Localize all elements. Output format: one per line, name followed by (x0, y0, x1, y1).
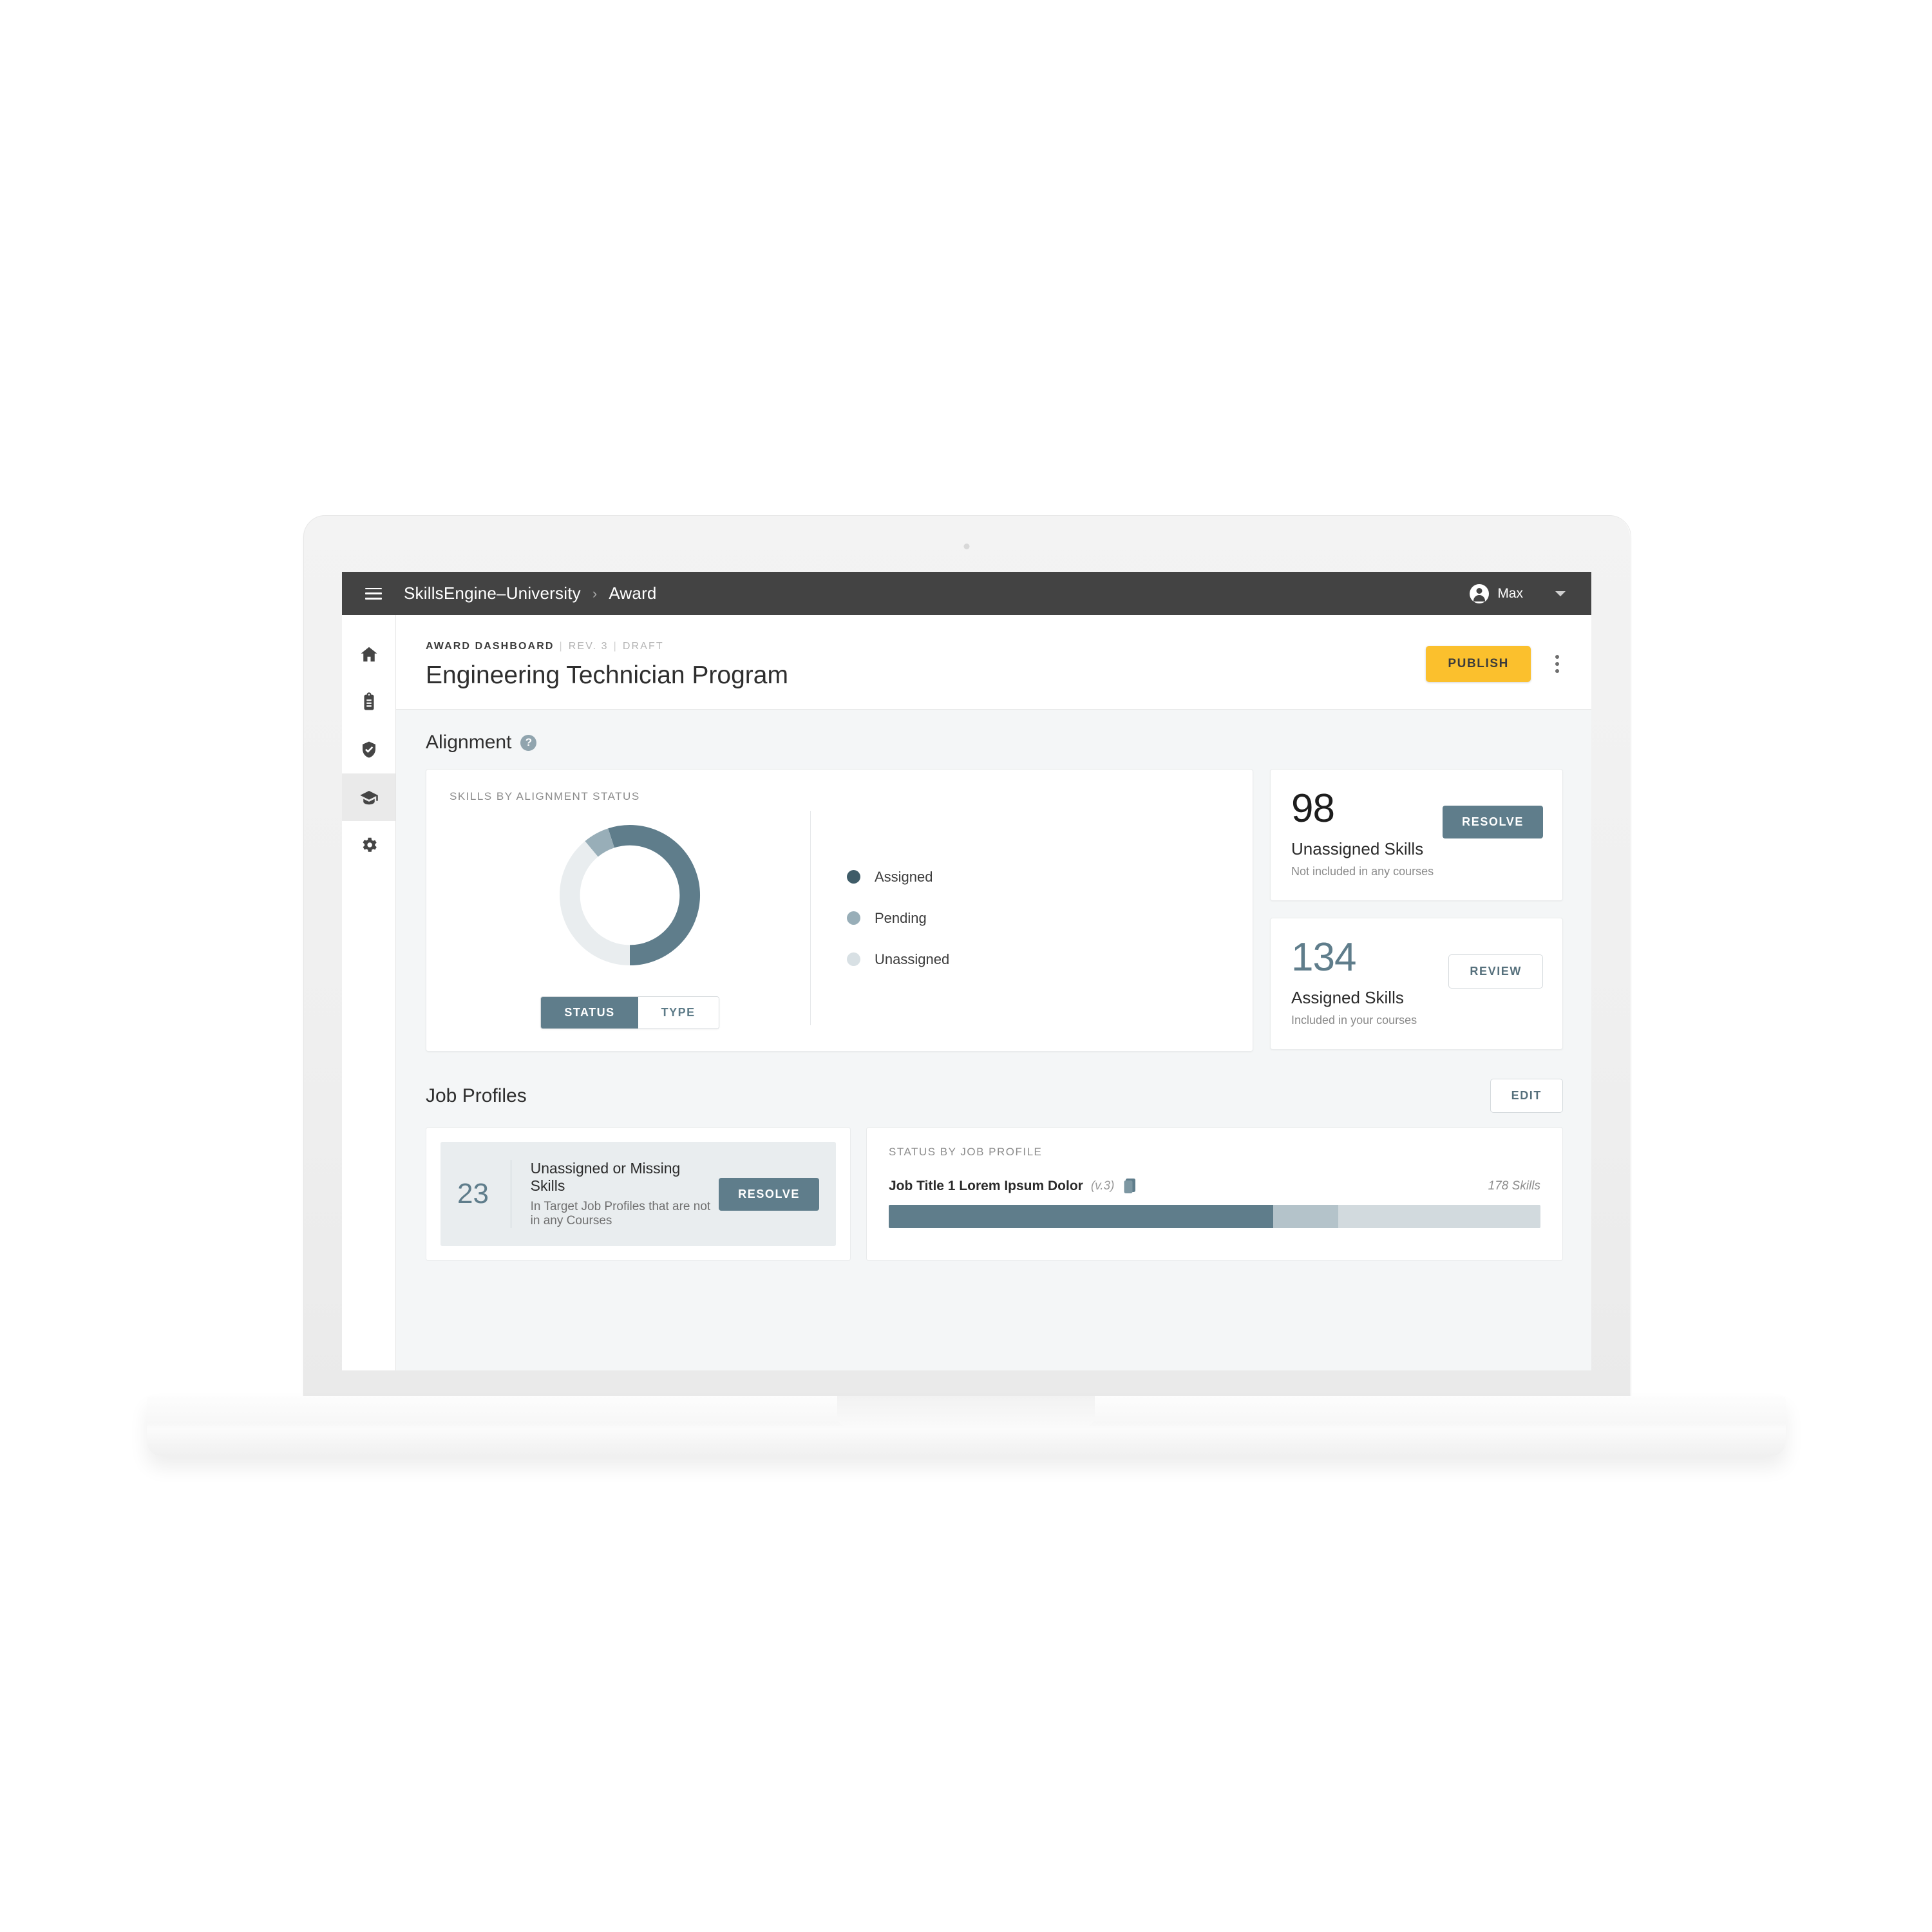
page-header: AWARD DASHBOARD | REV. 3 | DRAFT Engineering… (396, 615, 1591, 710)
publish-button[interactable]: PUBLISH (1426, 646, 1531, 682)
resolve-missing-skills-button[interactable]: RESOLVE (719, 1177, 819, 1211)
assigned-skills-card: 134 Assigned Skills Included in your cou… (1270, 918, 1563, 1050)
graduation-cap-icon (359, 791, 378, 805)
edit-job-profiles-button[interactable]: EDIT (1490, 1079, 1563, 1113)
job-profile-row-header: Job Title 1 Lorem Ipsum Dolor (v.3) 178 … (889, 1178, 1540, 1195)
webcam-dot (963, 544, 970, 549)
gear-icon (363, 837, 377, 852)
legend-item-unassigned[interactable]: Unassigned (847, 951, 949, 968)
main-content: AWARD DASHBOARD | REV. 3 | DRAFT Engineering… (396, 615, 1591, 1370)
status-bar-segment-unassigned[interactable] (1338, 1205, 1540, 1228)
alignment-title: Alignment (426, 732, 512, 753)
copy-icon[interactable] (1123, 1178, 1137, 1195)
eyebrow-pipe-2: | (613, 641, 618, 652)
legend-swatch-icon (847, 952, 860, 966)
chevron-down-icon[interactable] (1555, 591, 1566, 596)
sidebar-item-verified[interactable] (342, 726, 395, 773)
alignment-section-header: Alignment ? (426, 732, 1563, 753)
dashboard-main: Alignment ? SKILLS BY ALIGNMENT STATUS S… (396, 710, 1591, 1370)
job-profile-name[interactable]: Job Title 1 Lorem Ipsum Dolor (889, 1179, 1083, 1194)
sidebar-item-home[interactable] (342, 630, 395, 678)
donut-row: STATUS TYPE Assigned Pending Unassigned (450, 807, 1229, 1029)
legend-swatch-icon (847, 870, 860, 884)
browser-screen: SkillsEngine–University › Award Max AWAR… (342, 572, 1591, 1370)
job-profiles-summary-inner: 23 Unassigned or Missing Skills In Targe… (440, 1142, 836, 1246)
job-profiles-section-header: Job Profiles EDIT (426, 1079, 1563, 1113)
assigned-skills-subtitle: Included in your courses (1291, 1014, 1417, 1027)
breadcrumb: SkillsEngine–University › Award (404, 583, 657, 603)
unassigned-skills-action: RESOLVE (1443, 806, 1543, 838)
legend-label: Pending (875, 909, 927, 926)
breadcrumb-root[interactable]: SkillsEngine–University (404, 583, 581, 603)
missing-skills-title: Unassigned or Missing Skills (530, 1160, 681, 1194)
legend-swatch-icon (847, 911, 860, 925)
help-circle-icon[interactable]: ? (520, 734, 537, 751)
topbar-user-area[interactable]: Max (1470, 583, 1591, 603)
sidebar-item-settings[interactable] (342, 821, 395, 869)
hamburger-icon[interactable] (365, 587, 382, 600)
app-topbar: SkillsEngine–University › Award Max (342, 572, 1591, 615)
home-icon (361, 647, 377, 662)
breadcrumb-current[interactable]: Award (609, 583, 656, 603)
alignment-grid: SKILLS BY ALIGNMENT STATUS STATUS TYPE A… (426, 769, 1563, 1052)
eyebrow-pipe-1: | (559, 641, 564, 652)
eyebrow-rev: REV. 3 (568, 641, 609, 652)
job-profiles-title: Job Profiles (426, 1084, 527, 1106)
status-bar-segment-assigned[interactable] (889, 1205, 1274, 1228)
toggle-status[interactable]: STATUS (541, 997, 638, 1028)
page-eyebrow: AWARD DASHBOARD | REV. 3 | DRAFT (426, 641, 788, 652)
eyebrow-status: DRAFT (622, 641, 664, 652)
legend-label: Assigned (875, 868, 933, 885)
status-bar-segment-pending[interactable] (1273, 1205, 1339, 1228)
eyebrow-main: AWARD DASHBOARD (426, 641, 554, 652)
page-header-texts: AWARD DASHBOARD | REV. 3 | DRAFT Engineering… (426, 641, 788, 690)
account-circle-icon (1470, 583, 1490, 603)
unassigned-skills-subtitle: Not included in any courses (1291, 865, 1434, 878)
alignment-stat-cards: 98 Unassigned Skills Not included in any… (1270, 769, 1563, 1050)
screenshot-stage: SkillsEngine–University › Award Max AWAR… (0, 0, 1932, 1932)
status-by-job-profile-label: STATUS BY JOB PROFILE (889, 1146, 1043, 1158)
legend-item-assigned[interactable]: Assigned (847, 869, 949, 886)
missing-skills-subtitle: In Target Job Profiles that are not in a… (530, 1200, 711, 1227)
job-profiles-summary-card: 23 Unassigned or Missing Skills In Targe… (426, 1127, 851, 1261)
page-title: Engineering Technician Program (426, 661, 788, 689)
page-header-actions: PUBLISH (1426, 641, 1563, 682)
chart-mode-toggle: STATUS TYPE (540, 996, 719, 1029)
user-name: Max (1497, 585, 1523, 601)
skills-by-alignment-status-card: SKILLS BY ALIGNMENT STATUS STATUS TYPE A… (426, 769, 1253, 1052)
job-profile-skill-count: 178 Skills (1488, 1179, 1540, 1193)
laptop-lid-notch (837, 1396, 1095, 1427)
donut-chart (559, 824, 701, 966)
shield-check-icon (362, 741, 375, 758)
kebab-menu-icon[interactable] (1551, 651, 1563, 677)
resolve-unassigned-button[interactable]: RESOLVE (1443, 806, 1543, 838)
job-profiles-grid: 23 Unassigned or Missing Skills In Targe… (426, 1127, 1563, 1261)
job-profile-version: (v.3) (1090, 1179, 1115, 1193)
breadcrumb-separator-icon: › (592, 585, 598, 601)
donut-legend: Assigned Pending Unassigned (811, 869, 949, 968)
assigned-skills-title: Assigned Skills (1291, 988, 1404, 1007)
unassigned-skills-title: Unassigned Skills (1291, 839, 1424, 858)
sidebar-nav (342, 615, 396, 1370)
unassigned-skills-card: 98 Unassigned Skills Not included in any… (1270, 769, 1563, 901)
summary-texts: Unassigned or Missing Skills In Target J… (511, 1160, 719, 1228)
donut-card-label: SKILLS BY ALIGNMENT STATUS (450, 790, 640, 802)
sidebar-item-awards[interactable] (342, 773, 395, 821)
status-by-job-profile-card: STATUS BY JOB PROFILE Job Title 1 Lorem … (866, 1127, 1563, 1261)
donut-chart-wrap: STATUS TYPE (450, 807, 810, 1029)
assigned-skills-action: REVIEW (1448, 954, 1543, 989)
legend-item-pending[interactable]: Pending (847, 910, 949, 927)
sidebar-item-clipboard[interactable] (342, 678, 395, 726)
job-profile-status-bar (889, 1205, 1540, 1228)
app-body: AWARD DASHBOARD | REV. 3 | DRAFT Engineering… (342, 615, 1591, 1370)
legend-label: Unassigned (875, 951, 950, 967)
missing-skills-count: 23 (457, 1178, 489, 1209)
review-assigned-button[interactable]: REVIEW (1448, 954, 1543, 989)
clipboard-icon (364, 692, 374, 710)
toggle-type[interactable]: TYPE (638, 997, 719, 1028)
